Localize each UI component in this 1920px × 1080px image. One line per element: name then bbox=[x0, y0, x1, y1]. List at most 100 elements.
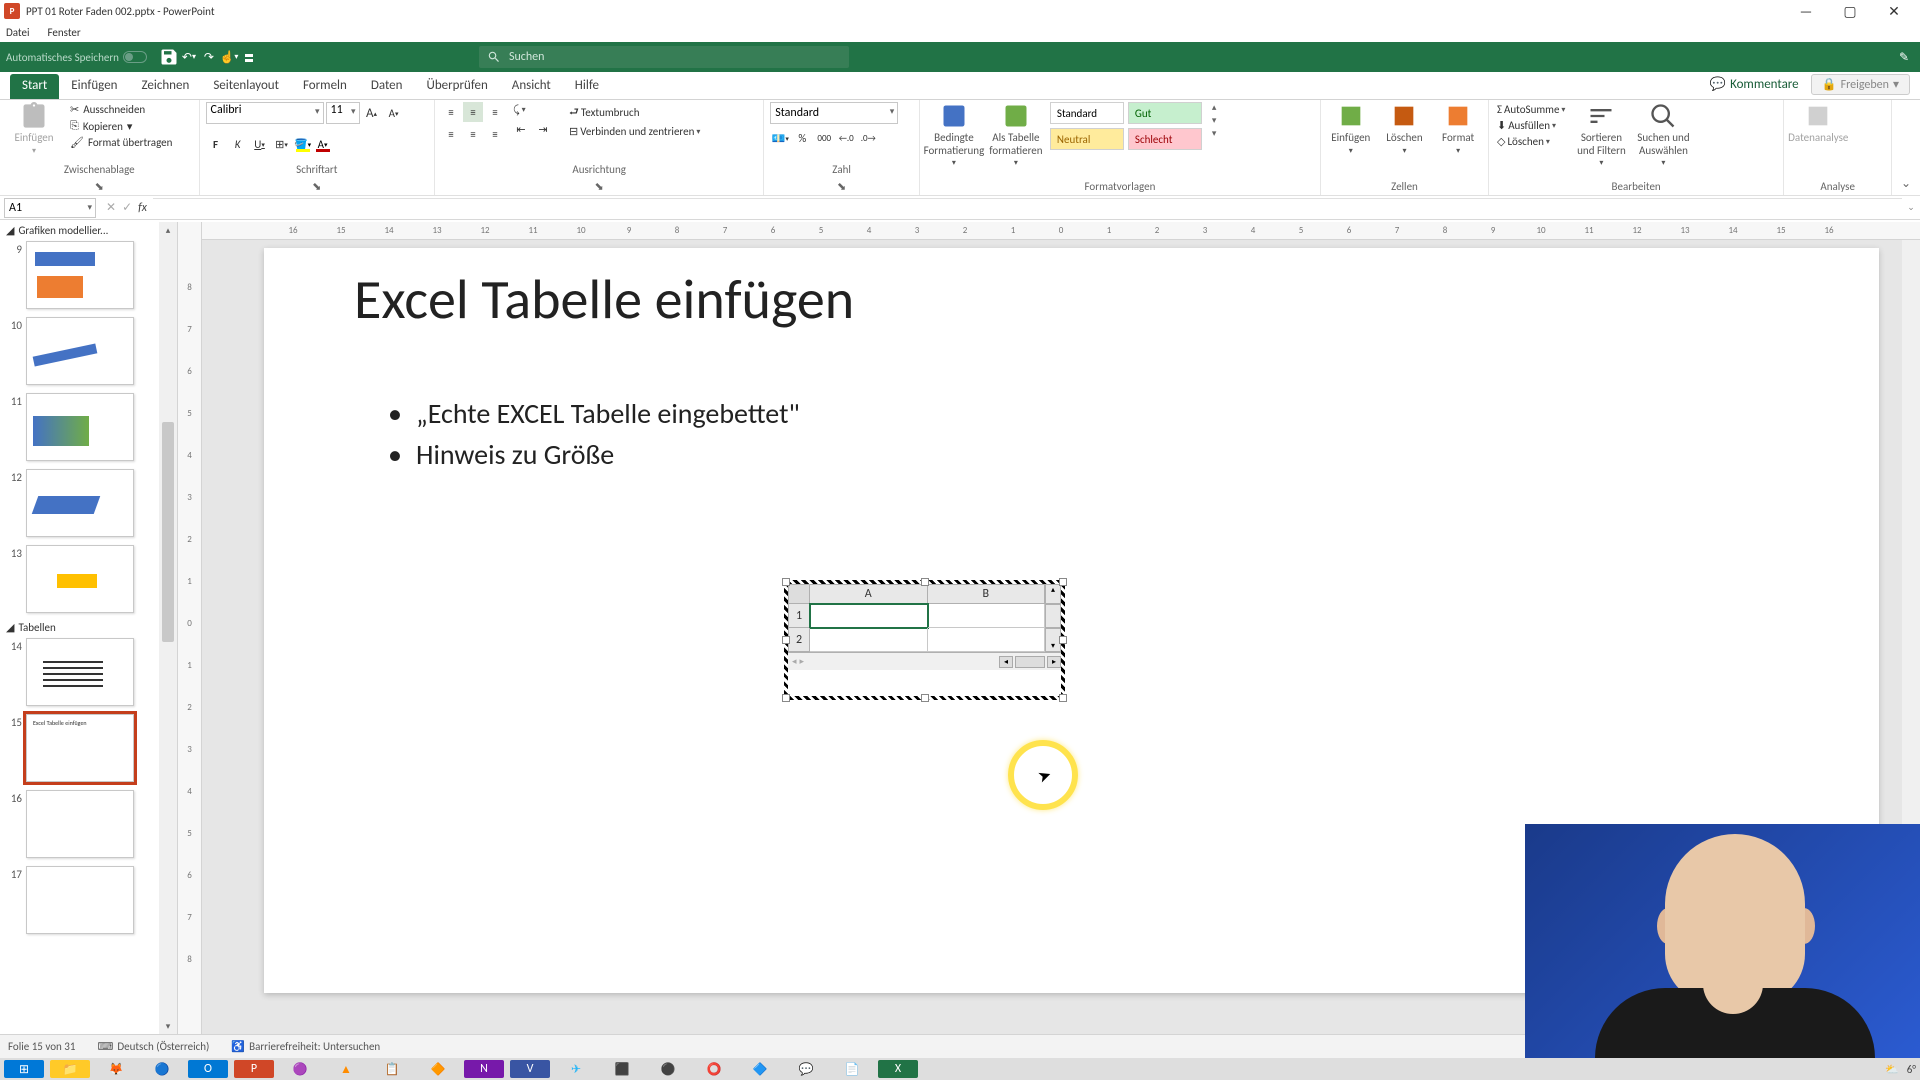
slide-thumb-10[interactable]: 10 bbox=[0, 315, 177, 391]
ribbon-collapse-icon[interactable]: ⌄ bbox=[1892, 100, 1920, 195]
pen-icon[interactable]: ✎ bbox=[1894, 47, 1914, 67]
style-standard[interactable]: Standard bbox=[1050, 102, 1124, 124]
excel-vscroll-up[interactable]: ▴ bbox=[1045, 584, 1061, 604]
taskbar-explorer-icon[interactable]: 📁 bbox=[50, 1060, 90, 1078]
format-painter-button[interactable]: 🖌 Format übertragen bbox=[68, 135, 174, 150]
orientation-button[interactable]: ⤹▾ bbox=[511, 102, 553, 118]
merge-center-button[interactable]: ⊟ Verbinden und zentrieren ▾ bbox=[567, 124, 702, 139]
taskbar-app2-icon[interactable]: 📋 bbox=[372, 1060, 412, 1078]
decrease-decimal-icon[interactable]: .0→ bbox=[858, 128, 878, 148]
style-neutral[interactable]: Neutral bbox=[1050, 128, 1124, 150]
excel-cell-b2[interactable] bbox=[928, 628, 1046, 652]
excel-sheet-nav[interactable]: ◂▸ bbox=[788, 656, 848, 667]
excel-row-header-2[interactable]: 2 bbox=[788, 628, 810, 652]
tab-daten[interactable]: Daten bbox=[359, 74, 415, 99]
taskbar-app5-icon[interactable]: ⭕ bbox=[694, 1060, 734, 1078]
italic-button[interactable]: K bbox=[228, 134, 248, 154]
conditional-formatting-button[interactable]: Bedingte Formatierung▾ bbox=[926, 102, 982, 168]
minimize-button[interactable]: — bbox=[1784, 0, 1828, 22]
excel-col-header-b[interactable]: B bbox=[928, 584, 1046, 604]
slide-thumb-17[interactable]: 17 bbox=[0, 864, 177, 940]
taskbar-app-icon[interactable]: 🟣 bbox=[280, 1060, 320, 1078]
formula-bar-expand-icon[interactable]: ⌄ bbox=[1902, 202, 1920, 213]
insert-cells-button[interactable]: Einfügen▾ bbox=[1327, 102, 1375, 156]
tab-ansicht[interactable]: Ansicht bbox=[500, 74, 563, 99]
excel-cell-b1[interactable] bbox=[928, 604, 1046, 628]
qat-customize-icon[interactable]: 〓 bbox=[239, 47, 259, 67]
number-format-select[interactable]: Standard bbox=[770, 102, 898, 124]
status-accessibility[interactable]: ♿ Barrierefreiheit: Untersuchen bbox=[231, 1040, 380, 1053]
taskbar-app3-icon[interactable]: 🔶 bbox=[418, 1060, 458, 1078]
taskbar-visio-icon[interactable]: V bbox=[510, 1060, 550, 1078]
taskbar-app6-icon[interactable]: 🔷 bbox=[740, 1060, 780, 1078]
borders-button[interactable]: ⊞▾ bbox=[272, 134, 292, 154]
autosum-button[interactable]: Σ AutoSumme ▾ bbox=[1495, 102, 1567, 117]
currency-icon[interactable]: 💶▾ bbox=[770, 128, 790, 148]
taskbar-firefox-icon[interactable]: 🦊 bbox=[96, 1060, 136, 1078]
excel-cell-a1[interactable] bbox=[810, 604, 928, 628]
taskbar-vlc-icon[interactable]: ▲ bbox=[326, 1060, 366, 1078]
excel-cell-a2[interactable] bbox=[810, 628, 928, 652]
slide-thumb-16[interactable]: 16 bbox=[0, 788, 177, 864]
undo-icon[interactable]: ↶▾ bbox=[179, 47, 199, 67]
thousands-icon[interactable]: 000 bbox=[814, 128, 834, 148]
align-left-icon[interactable]: ≡ bbox=[441, 124, 461, 144]
fill-color-button[interactable]: 🪣▾ bbox=[294, 135, 312, 153]
tab-ueberpruefen[interactable]: Überprüfen bbox=[414, 74, 499, 99]
excel-col-header-a[interactable]: A bbox=[810, 584, 928, 604]
tray-weather-icon[interactable]: ⛅ bbox=[1885, 1063, 1899, 1076]
search-box[interactable]: Suchen bbox=[479, 46, 849, 68]
align-top-icon[interactable]: ≡ bbox=[441, 102, 461, 122]
accept-formula-icon[interactable]: ✓ bbox=[122, 200, 132, 215]
indent-increase-icon[interactable]: ⇥ bbox=[533, 119, 553, 139]
tab-zeichnen[interactable]: Zeichnen bbox=[130, 74, 202, 99]
slide-title[interactable]: Excel Tabelle einfügen bbox=[354, 266, 854, 334]
excel-select-all-corner[interactable] bbox=[788, 584, 810, 604]
tab-start[interactable]: Start bbox=[10, 74, 59, 99]
status-language[interactable]: ⌨ Deutsch (Österreich) bbox=[97, 1040, 209, 1053]
taskbar-app4-icon[interactable]: ⬛ bbox=[602, 1060, 642, 1078]
taskbar-powerpoint-icon[interactable]: P bbox=[234, 1060, 274, 1078]
slide-thumb-11[interactable]: 11 bbox=[0, 391, 177, 467]
slide-thumb-9[interactable]: 9 bbox=[0, 239, 177, 315]
font-color-button[interactable]: A▾ bbox=[314, 135, 332, 153]
formula-input[interactable] bbox=[153, 198, 1902, 218]
cell-styles-more[interactable]: ▴▾▾ bbox=[1212, 102, 1228, 139]
taskbar-onenote-icon[interactable]: N bbox=[464, 1060, 504, 1078]
clear-button[interactable]: ◇ Löschen ▾ bbox=[1495, 134, 1567, 149]
sort-filter-button[interactable]: Sortieren und Filtern▾ bbox=[1573, 102, 1629, 168]
style-schlecht[interactable]: Schlecht bbox=[1128, 128, 1202, 150]
underline-button[interactable]: U▾ bbox=[250, 134, 270, 154]
font-name-select[interactable]: Calibri bbox=[206, 102, 324, 124]
paste-button[interactable]: Einfügen▾ bbox=[6, 102, 62, 156]
cell-styles-gallery[interactable]: Standard Gut Neutral Schlecht bbox=[1050, 102, 1202, 150]
tab-seitenlayout[interactable]: Seitenlayout bbox=[201, 74, 291, 99]
section-header-grafiken[interactable]: ◢ Grafiken modellier... bbox=[0, 222, 177, 239]
taskbar-outlook-icon[interactable]: O bbox=[188, 1060, 228, 1078]
cancel-formula-icon[interactable]: ✕ bbox=[106, 200, 116, 215]
section-header-tabellen[interactable]: ◢ Tabellen bbox=[0, 619, 177, 636]
decrease-font-icon[interactable]: A▾ bbox=[384, 103, 404, 123]
maximize-button[interactable]: ▢ bbox=[1828, 0, 1872, 22]
tab-formeln[interactable]: Formeln bbox=[291, 74, 359, 99]
excel-row-header-1[interactable]: 1 bbox=[788, 604, 810, 628]
style-gut[interactable]: Gut bbox=[1128, 102, 1202, 124]
close-button[interactable]: ✕ bbox=[1872, 0, 1916, 22]
taskbar-obs-icon[interactable]: ⚫ bbox=[648, 1060, 688, 1078]
indent-decrease-icon[interactable]: ⇤ bbox=[511, 119, 531, 139]
taskbar-telegram-icon[interactable]: ✈ bbox=[556, 1060, 596, 1078]
slide-thumb-14[interactable]: 14 bbox=[0, 636, 177, 712]
tab-hilfe[interactable]: Hilfe bbox=[563, 74, 611, 99]
format-cells-button[interactable]: Format▾ bbox=[1434, 102, 1482, 156]
comments-button[interactable]: 💬 Kommentare bbox=[1710, 77, 1799, 92]
share-button[interactable]: 🔒 Freigeben ▾ bbox=[1811, 74, 1910, 95]
embedded-excel-object[interactable]: A B ▴ 1 2 ▾ bbox=[788, 584, 1061, 696]
taskbar-app7-icon[interactable]: 💬 bbox=[786, 1060, 826, 1078]
percent-icon[interactable]: % bbox=[792, 128, 812, 148]
menu-window[interactable]: Fenster bbox=[48, 26, 81, 39]
menu-file[interactable]: Datei bbox=[6, 26, 30, 39]
taskbar-app8-icon[interactable]: 📄 bbox=[832, 1060, 872, 1078]
touch-mode-icon[interactable]: ☝▾ bbox=[219, 47, 239, 67]
align-middle-icon[interactable]: ≡ bbox=[463, 102, 483, 122]
increase-font-icon[interactable]: A▴ bbox=[362, 103, 382, 123]
